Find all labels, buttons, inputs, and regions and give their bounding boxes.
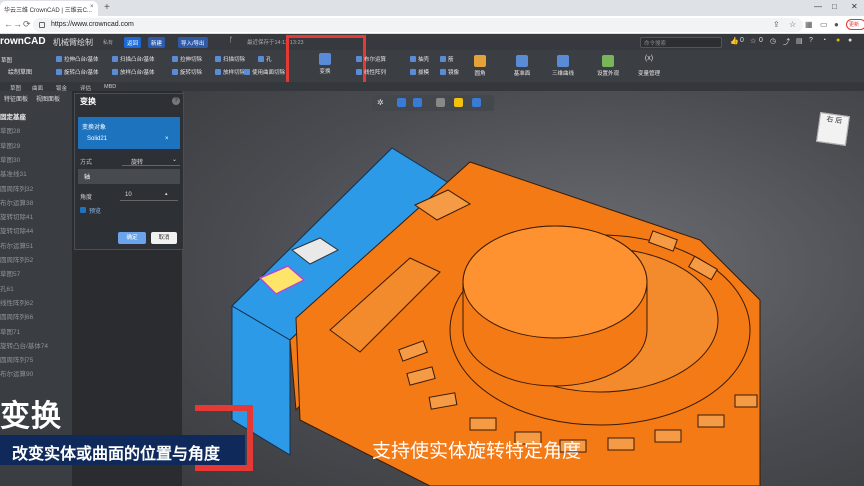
feature-tree-item[interactable]: 圆周阵列66 [0,311,33,321]
angle-underline [120,200,178,201]
view-orient-icon[interactable] [413,98,422,107]
feature-tree-item[interactable]: 圆周阵列52 [0,254,33,264]
ok-button[interactable]: 确定 [118,232,146,244]
angle-label: 角度 [80,195,93,201]
feature-tree-item[interactable]: 旋转切除41 [0,211,33,221]
feature-tree-item[interactable]: 草图57 [0,268,20,278]
feature-tree-item[interactable]: 草图28 [0,125,20,135]
zoom-fit-icon[interactable] [397,98,406,107]
preview-checkbox[interactable] [80,207,86,213]
display-mode-icon[interactable] [454,98,463,107]
feature-tree-item[interactable]: 基准线31 [0,168,27,178]
section-view-icon[interactable] [436,98,445,107]
caption-title: 变换 [0,400,62,433]
feature-tree-item[interactable]: 圆周阵列75 [0,354,33,364]
help-icon[interactable]: ? [172,97,180,105]
feature-tree-item[interactable]: 固定基座 [0,111,26,121]
feature-tree-item[interactable]: 旋转凸台/基体74 [0,340,48,350]
caption-subtitle: 改变实体或曲面的位置与角度 [12,446,221,463]
feature-tree-item[interactable]: 圆周阵列32 [0,183,33,193]
tab-view-panel[interactable]: 视图面板 [36,94,60,103]
feature-tree-item[interactable]: 草图30 [0,154,20,164]
feature-tree-item[interactable]: 旋转切除44 [0,225,33,235]
chevron-down-icon[interactable]: ⌄ [172,156,177,163]
selected-solid[interactable]: Solid21 [87,136,107,142]
feature-tree-item[interactable]: 草图29 [0,140,20,150]
axis-label: 轴 [84,175,91,181]
preview-label: 预览 [89,209,102,215]
caption-red-frame [195,405,253,471]
tab-feature-panel[interactable]: 特征面板 [4,94,28,103]
feature-tree-item[interactable]: 孔61 [0,283,14,293]
caption-description: 支持使实体旋转特定角度 [372,441,582,462]
feature-tree-item[interactable]: 草图71 [0,326,20,336]
feature-tree-item[interactable]: 布尔运算90 [0,368,33,378]
remove-selection-icon[interactable]: × [165,136,169,142]
feature-tree-item[interactable]: 布尔运算38 [0,197,33,207]
cancel-button[interactable]: 取消 [151,232,177,244]
feature-tree-item[interactable]: 线性阵列62 [0,297,33,307]
angle-stepper-icon[interactable]: ▴ [165,191,168,197]
rotate-view-icon[interactable]: ✲ [377,98,386,107]
axis-selector[interactable] [78,169,180,184]
target-label: 变换对象 [82,125,107,131]
view-cube[interactable]: 右 后 [816,112,850,146]
mode-underline [122,165,180,166]
hide-show-icon[interactable] [472,98,481,107]
dialog-title: 变换 [80,97,96,106]
mode-label: 方式 [80,160,93,166]
angle-input[interactable]: 10 [125,192,132,198]
feature-tree-item[interactable]: 布尔运算51 [0,240,33,250]
